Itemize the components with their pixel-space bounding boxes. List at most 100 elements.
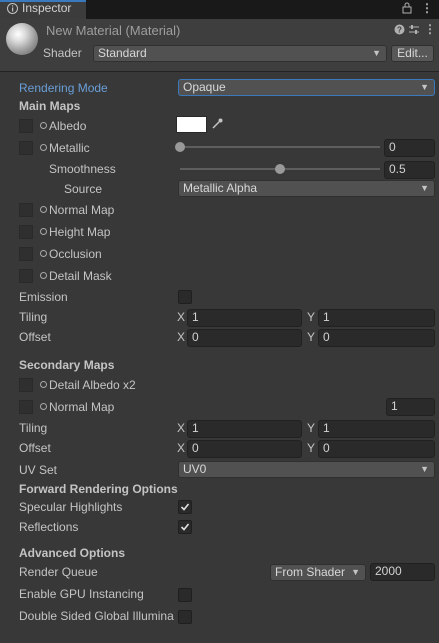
y-axis-label: Y [307, 310, 316, 324]
tiling-x-field[interactable]: 1 [187, 309, 302, 327]
checkmark-icon [180, 523, 190, 531]
tiling-y-field[interactable]: 1 [318, 309, 435, 327]
info-icon [7, 3, 18, 14]
menu-icon[interactable]: ⋮ [421, 1, 433, 15]
main-maps-title: Main Maps [19, 99, 81, 113]
offset-x-field[interactable]: 0 [187, 329, 302, 347]
uv-set-label: UV Set [19, 463, 58, 477]
occlusion-label: Occlusion [49, 247, 102, 261]
height-map-texture-slot[interactable] [19, 225, 33, 239]
chevron-down-icon: ▼ [351, 567, 360, 577]
uv-set-dropdown[interactable]: UV0 ▼ [178, 461, 435, 478]
detail-mask-label: Detail Mask [49, 269, 112, 283]
double-sided-gi-checkbox[interactable] [178, 610, 192, 624]
more-icon[interactable]: ⋮ [424, 22, 436, 36]
secondary-maps-title: Secondary Maps [19, 358, 115, 372]
advanced-options-title: Advanced Options [19, 546, 126, 560]
source-dropdown[interactable]: Metallic Alpha ▼ [178, 180, 435, 197]
chevron-down-icon: ▼ [372, 48, 381, 58]
texture-picker-icon[interactable] [40, 403, 47, 410]
normal-map-label: Normal Map [49, 203, 115, 217]
render-queue-mode-dropdown[interactable]: From Shader ▼ [270, 564, 366, 581]
x-axis-label: X [177, 441, 186, 455]
chevron-down-icon: ▼ [420, 183, 429, 193]
texture-picker-icon[interactable] [40, 272, 47, 279]
occlusion-texture-slot[interactable] [19, 247, 33, 261]
detail-albedo-label: Detail Albedo x2 [49, 378, 136, 392]
material-preview-sphere [6, 23, 38, 55]
reflections-label: Reflections [19, 520, 79, 534]
source-label: Source [64, 182, 103, 196]
secondary-offset-label: Offset [19, 441, 51, 455]
detail-albedo-texture-slot[interactable] [19, 378, 33, 392]
shader-dropdown[interactable]: Standard ▼ [93, 45, 387, 62]
secondary-offset-x-field[interactable]: 0 [187, 440, 302, 458]
texture-picker-icon[interactable] [40, 144, 47, 151]
secondary-normal-scale-field[interactable]: 1 [386, 398, 435, 416]
gpu-instancing-checkbox[interactable] [178, 588, 192, 602]
rendering-mode-label: Rendering Mode [19, 81, 108, 95]
render-queue-mode-value: From Shader [275, 565, 346, 579]
shader-value: Standard [98, 46, 147, 60]
secondary-offset-y-field[interactable]: 0 [318, 440, 435, 458]
metallic-texture-slot[interactable] [19, 141, 33, 155]
specular-highlights-label: Specular Highlights [19, 500, 123, 514]
metallic-label: Metallic [49, 141, 90, 155]
uv-set-value: UV0 [183, 462, 207, 476]
emission-checkbox[interactable] [178, 290, 192, 304]
secondary-normal-map-texture-slot[interactable] [19, 400, 33, 414]
y-axis-label: Y [307, 441, 316, 455]
texture-picker-icon[interactable] [40, 250, 47, 257]
double-sided-gi-label: Double Sided Global Illumina [19, 609, 174, 623]
tiling-label: Tiling [19, 310, 48, 324]
albedo-texture-slot[interactable] [19, 119, 33, 133]
settings-icon[interactable] [408, 24, 420, 38]
texture-picker-icon[interactable] [40, 228, 47, 235]
y-axis-label: Y [307, 421, 316, 435]
x-axis-label: X [177, 421, 186, 435]
x-axis-label: X [177, 330, 186, 344]
chevron-down-icon: ▼ [420, 464, 429, 474]
y-axis-label: Y [307, 330, 316, 344]
x-axis-label: X [177, 310, 186, 324]
help-icon[interactable]: ? [394, 24, 405, 38]
secondary-tiling-y-field[interactable]: 1 [318, 420, 435, 438]
checkmark-icon [180, 503, 190, 511]
tab-inspector-label: Inspector [22, 1, 72, 15]
shader-label: Shader [43, 46, 82, 60]
offset-y-field[interactable]: 0 [318, 329, 435, 347]
texture-picker-icon[interactable] [40, 381, 47, 388]
specular-highlights-checkbox[interactable] [178, 500, 192, 514]
emission-label: Emission [19, 290, 68, 304]
smoothness-label: Smoothness [49, 162, 116, 176]
texture-picker-icon[interactable] [40, 206, 47, 213]
forward-rendering-title: Forward Rendering Options [19, 482, 178, 496]
texture-picker-icon[interactable] [40, 122, 47, 129]
smoothness-slider-handle[interactable] [275, 164, 285, 174]
reflections-checkbox[interactable] [178, 520, 192, 534]
metallic-slider-track[interactable] [180, 146, 380, 148]
offset-label: Offset [19, 330, 51, 344]
secondary-tiling-x-field[interactable]: 1 [187, 420, 302, 438]
rendering-mode-value: Opaque [183, 80, 226, 94]
metallic-slider-handle[interactable] [175, 142, 185, 152]
svg-text:?: ? [397, 26, 402, 35]
source-value: Metallic Alpha [183, 181, 258, 195]
albedo-label: Albedo [49, 119, 87, 133]
gpu-instancing-label: Enable GPU Instancing [19, 587, 144, 601]
secondary-tiling-label: Tiling [19, 421, 48, 435]
render-queue-value-field[interactable]: 2000 [370, 563, 435, 581]
detail-mask-texture-slot[interactable] [19, 269, 33, 283]
metallic-field[interactable]: 0 [384, 139, 435, 157]
render-queue-label: Render Queue [19, 565, 98, 579]
albedo-color-swatch[interactable] [176, 116, 207, 133]
rendering-mode-dropdown[interactable]: Opaque ▼ [178, 79, 435, 96]
material-title: New Material (Material) [46, 23, 181, 38]
smoothness-field[interactable]: 0.5 [384, 161, 435, 179]
eyedropper-icon[interactable] [210, 117, 224, 134]
secondary-normal-map-label: Normal Map [49, 400, 115, 414]
normal-map-texture-slot[interactable] [19, 203, 33, 217]
edit-button[interactable]: Edit... [391, 45, 434, 62]
lock-icon[interactable] [402, 2, 412, 17]
height-map-label: Height Map [49, 225, 111, 239]
